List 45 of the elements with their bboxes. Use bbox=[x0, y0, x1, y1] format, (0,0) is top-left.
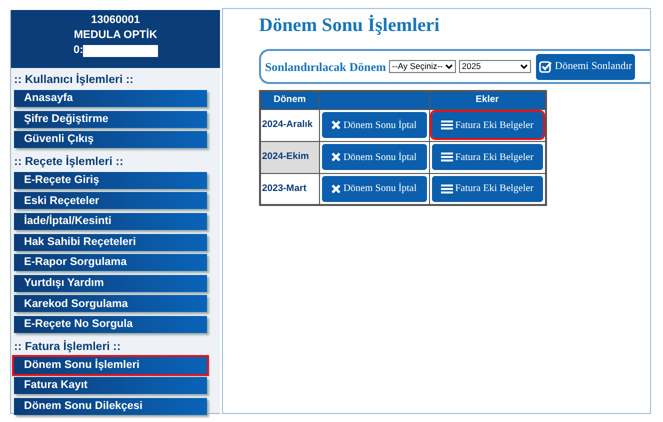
sidebar-item[interactable]: Dönem Sonu Dilekçesi bbox=[14, 398, 207, 415]
caret-icon bbox=[520, 64, 528, 70]
attachments-button[interactable]: Fatura Eki Belgeler bbox=[432, 176, 543, 202]
sidebar-item[interactable]: E-Rapor Sorgulama bbox=[14, 254, 207, 272]
year-select[interactable]: 2025 bbox=[458, 60, 531, 73]
finalize-button[interactable]: Dönemi Sonlandır bbox=[536, 54, 636, 80]
sidebar-item[interactable]: Eski Reçeteler bbox=[14, 192, 207, 210]
attachments-button[interactable]: Fatura Eki Belgeler bbox=[432, 144, 543, 170]
month-select[interactable]: --Ay Seçiniz-- bbox=[389, 60, 456, 73]
column-header: Ekler bbox=[429, 91, 546, 109]
sidebar-item[interactable]: Anasayfa bbox=[14, 90, 207, 107]
cancel-period-button[interactable]: Dönem Sonu İptal bbox=[322, 112, 426, 138]
sidebar-item[interactable]: Yurtdışı Yardım bbox=[14, 274, 207, 292]
sidebar-item[interactable]: Şifre Değiştirme bbox=[14, 110, 207, 128]
sidebar-item[interactable]: Hak Sahibi Reçeteleri bbox=[14, 234, 207, 251]
period-cell: 2024-Ekim bbox=[260, 141, 319, 173]
sidebar-item[interactable]: Güvenli Çıkış bbox=[14, 131, 207, 148]
close-icon bbox=[331, 152, 342, 162]
sidebar-item[interactable]: E-Reçete No Sorgula bbox=[14, 316, 207, 333]
attachments-button[interactable]: Fatura Eki Belgeler bbox=[432, 112, 543, 138]
period-cell: 2024-Aralık bbox=[260, 109, 319, 141]
column-header: Dönem bbox=[260, 91, 319, 109]
sidebar-item[interactable]: İade/İptal/Kesinti bbox=[14, 212, 207, 230]
filter-label: Sonlandırılacak Dönem bbox=[265, 58, 386, 76]
cancel-period-button[interactable]: Dönem Sonu İptal bbox=[322, 176, 426, 202]
close-icon bbox=[331, 184, 342, 194]
checkbox-icon bbox=[538, 60, 553, 74]
cancel-period-button[interactable]: Dönem Sonu İptal bbox=[322, 144, 426, 170]
sidebar-item[interactable]: Karekod Sorgulama bbox=[14, 295, 207, 312]
caret-icon bbox=[444, 64, 453, 70]
section-heading: :: Fatura İşlemleri :: bbox=[13, 339, 122, 355]
pharmacy-name: MEDULA OPTİK bbox=[74, 28, 158, 43]
page-title: Dönem Sonu İşlemleri bbox=[259, 15, 440, 37]
menu-icon bbox=[441, 120, 454, 130]
close-icon bbox=[331, 120, 342, 130]
menu-icon bbox=[441, 152, 454, 162]
sidebar-item[interactable]: Fatura Kayıt bbox=[14, 377, 207, 394]
user-label: 0: bbox=[74, 43, 84, 58]
section-heading: :: Kullanıcı İşlemleri :: bbox=[13, 72, 134, 88]
section-heading: :: Reçete İşlemleri :: bbox=[13, 154, 124, 170]
sidebar-item[interactable]: Dönem Sonu İşlemleri bbox=[14, 356, 207, 374]
menu-icon bbox=[441, 184, 454, 194]
pharmacy-code: 13060001 bbox=[91, 13, 140, 28]
period-cell: 2023-Mart bbox=[260, 173, 319, 205]
sidebar-item[interactable]: E-Reçete Giriş bbox=[14, 172, 207, 189]
